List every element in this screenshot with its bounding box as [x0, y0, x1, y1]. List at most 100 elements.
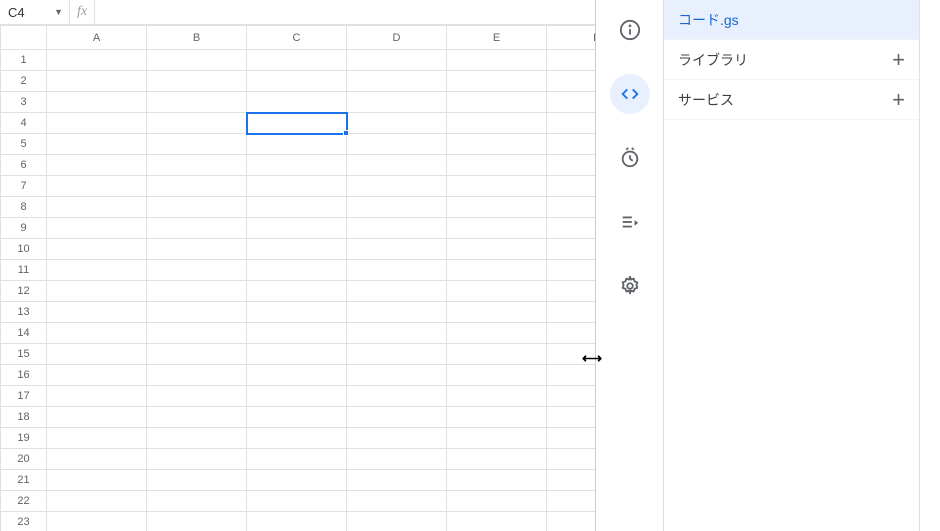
row-header[interactable]: 22: [1, 491, 47, 512]
row-header[interactable]: 2: [1, 71, 47, 92]
cell[interactable]: [147, 491, 247, 512]
cell[interactable]: [447, 92, 547, 113]
cell[interactable]: [547, 512, 596, 531]
cell[interactable]: [347, 50, 447, 71]
cell[interactable]: [447, 323, 547, 344]
cell[interactable]: [47, 218, 147, 239]
cell[interactable]: [347, 260, 447, 281]
cell[interactable]: [547, 71, 596, 92]
cell[interactable]: [547, 92, 596, 113]
cell[interactable]: [247, 176, 347, 197]
select-all-corner[interactable]: [1, 26, 47, 50]
cell[interactable]: [547, 134, 596, 155]
row-header[interactable]: 17: [1, 386, 47, 407]
file-item-code[interactable]: コード.gs: [664, 0, 919, 40]
cell[interactable]: [347, 365, 447, 386]
info-icon[interactable]: [610, 10, 650, 50]
cell[interactable]: [547, 470, 596, 491]
row-header[interactable]: 20: [1, 449, 47, 470]
cell[interactable]: [547, 407, 596, 428]
cell[interactable]: [247, 428, 347, 449]
row-header[interactable]: 1: [1, 50, 47, 71]
cell[interactable]: [247, 71, 347, 92]
cell[interactable]: [247, 134, 347, 155]
cell[interactable]: [47, 407, 147, 428]
row-header[interactable]: 7: [1, 176, 47, 197]
cell[interactable]: [47, 260, 147, 281]
cell[interactable]: [47, 428, 147, 449]
row-header[interactable]: 4: [1, 113, 47, 134]
cell[interactable]: [147, 470, 247, 491]
cell[interactable]: [447, 365, 547, 386]
cell[interactable]: [447, 71, 547, 92]
cell[interactable]: [147, 386, 247, 407]
row-header[interactable]: 15: [1, 344, 47, 365]
cell[interactable]: [347, 218, 447, 239]
cell[interactable]: [47, 512, 147, 531]
cell[interactable]: [47, 176, 147, 197]
cell[interactable]: [247, 155, 347, 176]
cell[interactable]: [447, 281, 547, 302]
cell[interactable]: [547, 386, 596, 407]
cell[interactable]: [247, 470, 347, 491]
column-header[interactable]: C: [247, 26, 347, 50]
cell[interactable]: [147, 71, 247, 92]
cell[interactable]: [347, 449, 447, 470]
row-header[interactable]: 18: [1, 407, 47, 428]
cell[interactable]: [347, 302, 447, 323]
column-header[interactable]: B: [147, 26, 247, 50]
cell[interactable]: [147, 302, 247, 323]
cell[interactable]: [147, 428, 247, 449]
cell[interactable]: [347, 197, 447, 218]
cell[interactable]: [247, 512, 347, 531]
cell[interactable]: [547, 239, 596, 260]
cell[interactable]: [547, 260, 596, 281]
cell[interactable]: [447, 386, 547, 407]
column-header[interactable]: F: [547, 26, 596, 50]
cell[interactable]: [147, 197, 247, 218]
cell[interactable]: [347, 92, 447, 113]
cell[interactable]: [447, 512, 547, 531]
cell[interactable]: [247, 92, 347, 113]
cell[interactable]: [447, 134, 547, 155]
cell[interactable]: [47, 470, 147, 491]
cell[interactable]: [547, 491, 596, 512]
cell[interactable]: [347, 155, 447, 176]
cell[interactable]: [347, 71, 447, 92]
cell[interactable]: [147, 407, 247, 428]
cell[interactable]: [347, 386, 447, 407]
cell[interactable]: [147, 449, 247, 470]
cell[interactable]: [47, 365, 147, 386]
cell[interactable]: [147, 323, 247, 344]
cell[interactable]: [547, 281, 596, 302]
cell[interactable]: [47, 92, 147, 113]
cell[interactable]: [147, 134, 247, 155]
cell[interactable]: [447, 260, 547, 281]
libraries-row[interactable]: ライブラリ +: [664, 40, 919, 80]
cell[interactable]: [47, 344, 147, 365]
cell[interactable]: [547, 197, 596, 218]
gear-icon[interactable]: [610, 266, 650, 306]
row-header[interactable]: 12: [1, 281, 47, 302]
cell[interactable]: [147, 260, 247, 281]
cell[interactable]: [547, 344, 596, 365]
services-row[interactable]: サービス +: [664, 80, 919, 120]
cell[interactable]: [347, 176, 447, 197]
cell[interactable]: [247, 386, 347, 407]
cell[interactable]: [347, 407, 447, 428]
row-header[interactable]: 6: [1, 155, 47, 176]
cell[interactable]: [447, 428, 547, 449]
cell[interactable]: [447, 239, 547, 260]
cell[interactable]: [247, 239, 347, 260]
cell[interactable]: [47, 281, 147, 302]
cell[interactable]: [147, 176, 247, 197]
cell[interactable]: [147, 512, 247, 531]
cell[interactable]: [47, 239, 147, 260]
cell[interactable]: [447, 218, 547, 239]
row-header[interactable]: 9: [1, 218, 47, 239]
plus-icon[interactable]: +: [892, 87, 905, 113]
cell[interactable]: [147, 92, 247, 113]
cell[interactable]: [47, 134, 147, 155]
cell[interactable]: [247, 344, 347, 365]
cell[interactable]: [247, 365, 347, 386]
